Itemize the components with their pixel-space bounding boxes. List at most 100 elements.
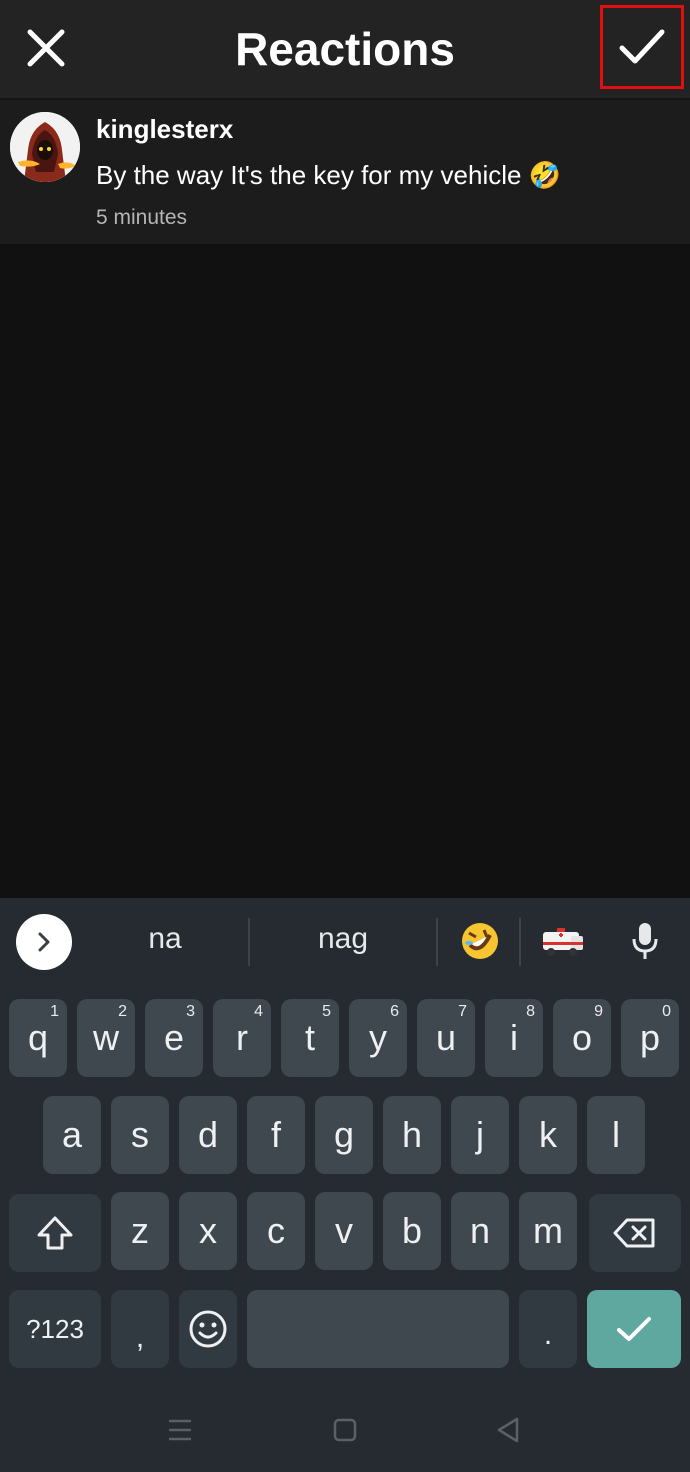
shift-icon [37, 1216, 73, 1250]
checkmark-icon [617, 1317, 651, 1341]
key-x[interactable]: x [179, 1192, 237, 1270]
key-o[interactable]: o9 [553, 999, 611, 1077]
period-label: . [543, 1318, 553, 1351]
key-label: c [267, 1210, 285, 1251]
key-hint: 6 [390, 1003, 399, 1020]
key-u[interactable]: u7 [417, 999, 475, 1077]
key-label: l [612, 1114, 620, 1155]
expand-toolbar-button[interactable] [16, 914, 72, 970]
key-p[interactable]: p0 [621, 999, 679, 1077]
key-n[interactable]: n [451, 1192, 509, 1270]
suggestion-2[interactable]: nag [262, 922, 424, 956]
avatar[interactable] [10, 112, 80, 182]
key-hint: 4 [254, 1003, 263, 1020]
on-screen-keyboard: na nag ?123 , . q 1 w 2 e 3 r 4 t 5 y 6 … [0, 898, 690, 1472]
key-a[interactable]: a [43, 1096, 101, 1174]
suggestion-divider [248, 918, 250, 966]
key-hint: 9 [594, 1003, 603, 1020]
suggestion-1[interactable]: na [98, 922, 232, 956]
key-l[interactable]: l [587, 1096, 645, 1174]
home-button[interactable] [325, 1410, 365, 1450]
square-icon [333, 1418, 357, 1442]
key-label: q [27, 1017, 49, 1058]
key-f[interactable]: f [247, 1096, 305, 1174]
ambulance-emoji-icon[interactable] [540, 918, 586, 964]
key-label: k [539, 1114, 557, 1155]
key-label: g [333, 1114, 355, 1155]
key-b[interactable]: b [383, 1192, 441, 1270]
key-y[interactable]: y6 [349, 999, 407, 1077]
key-label: s [131, 1114, 149, 1155]
system-navigation-bar [0, 1392, 690, 1472]
key-r[interactable]: r4 [213, 999, 271, 1077]
key-hint: 1 [50, 1003, 59, 1020]
backspace-icon [613, 1218, 655, 1248]
key-z[interactable]: z [111, 1192, 169, 1270]
key-s[interactable]: s [111, 1096, 169, 1174]
rolling-on-floor-laughing-emoji-icon[interactable] [457, 918, 503, 964]
checkmark-icon [619, 29, 665, 64]
key-label: m [533, 1210, 563, 1251]
key-label: w [93, 1017, 119, 1058]
menu-lines-icon [169, 1419, 191, 1441]
emoji-key[interactable] [179, 1290, 237, 1368]
key-label: x [199, 1210, 217, 1251]
key-m[interactable]: m [519, 1192, 577, 1270]
recent-apps-button[interactable] [160, 1410, 200, 1450]
key-t[interactable]: t5 [281, 999, 339, 1077]
key-label: e [163, 1017, 185, 1058]
key-j[interactable]: j [451, 1096, 509, 1174]
key-label: p [639, 1017, 661, 1058]
key-label: z [131, 1210, 149, 1251]
comma-label: , [135, 1321, 145, 1354]
key-label: a [61, 1114, 83, 1155]
key-i[interactable]: i8 [485, 999, 543, 1077]
key-hint: 3 [186, 1003, 195, 1020]
key-label: h [401, 1114, 423, 1155]
confirm-button[interactable] [600, 5, 684, 89]
key-g[interactable]: g [315, 1096, 373, 1174]
suggestion-divider [436, 918, 438, 966]
close-button[interactable] [18, 20, 74, 76]
microphone-icon[interactable] [622, 918, 668, 964]
back-triangle-icon [497, 1417, 519, 1443]
key-v[interactable]: v [315, 1192, 373, 1270]
suggestion-divider [519, 918, 521, 966]
close-icon [27, 29, 65, 67]
key-label: d [197, 1114, 219, 1155]
key-c[interactable]: c [247, 1192, 305, 1270]
key-e[interactable]: e3 [145, 999, 203, 1077]
key-h[interactable]: h [383, 1096, 441, 1174]
smiley-icon [189, 1310, 227, 1348]
key-label: t [304, 1017, 315, 1058]
key-hint: 0 [662, 1003, 671, 1020]
key-label: o [571, 1017, 593, 1058]
key-label: f [270, 1114, 281, 1155]
key-label: y [369, 1017, 387, 1058]
symbols-key[interactable]: ?123 [9, 1290, 101, 1368]
comment-item[interactable]: kinglesterx By the way It's the key for … [0, 100, 690, 244]
key-label: j [476, 1114, 484, 1155]
key-label: i [510, 1017, 518, 1058]
suggestion-bar: na nag [0, 898, 690, 986]
period-key[interactable]: . [519, 1290, 577, 1368]
key-k[interactable]: k [519, 1096, 577, 1174]
comment-text: By the way It's the key for my vehicle 🤣 [96, 160, 562, 190]
header-bar: Reactions [0, 0, 690, 98]
shift-key[interactable] [9, 1194, 101, 1272]
key-hint: 8 [526, 1003, 535, 1020]
key-w[interactable]: w2 [77, 999, 135, 1077]
backspace-key[interactable] [589, 1194, 681, 1272]
comment-username[interactable]: kinglesterx [96, 114, 233, 145]
key-d[interactable]: d [179, 1096, 237, 1174]
space-key[interactable] [247, 1290, 509, 1368]
key-label: n [469, 1210, 491, 1251]
key-hint: 5 [322, 1003, 331, 1020]
back-button[interactable] [488, 1410, 528, 1450]
comma-key[interactable]: , [111, 1290, 169, 1368]
chevron-right-icon [38, 932, 50, 952]
key-q[interactable]: q1 [9, 999, 67, 1077]
key-hint: 7 [458, 1003, 467, 1020]
key-label: b [401, 1210, 423, 1251]
enter-key[interactable] [587, 1290, 681, 1368]
